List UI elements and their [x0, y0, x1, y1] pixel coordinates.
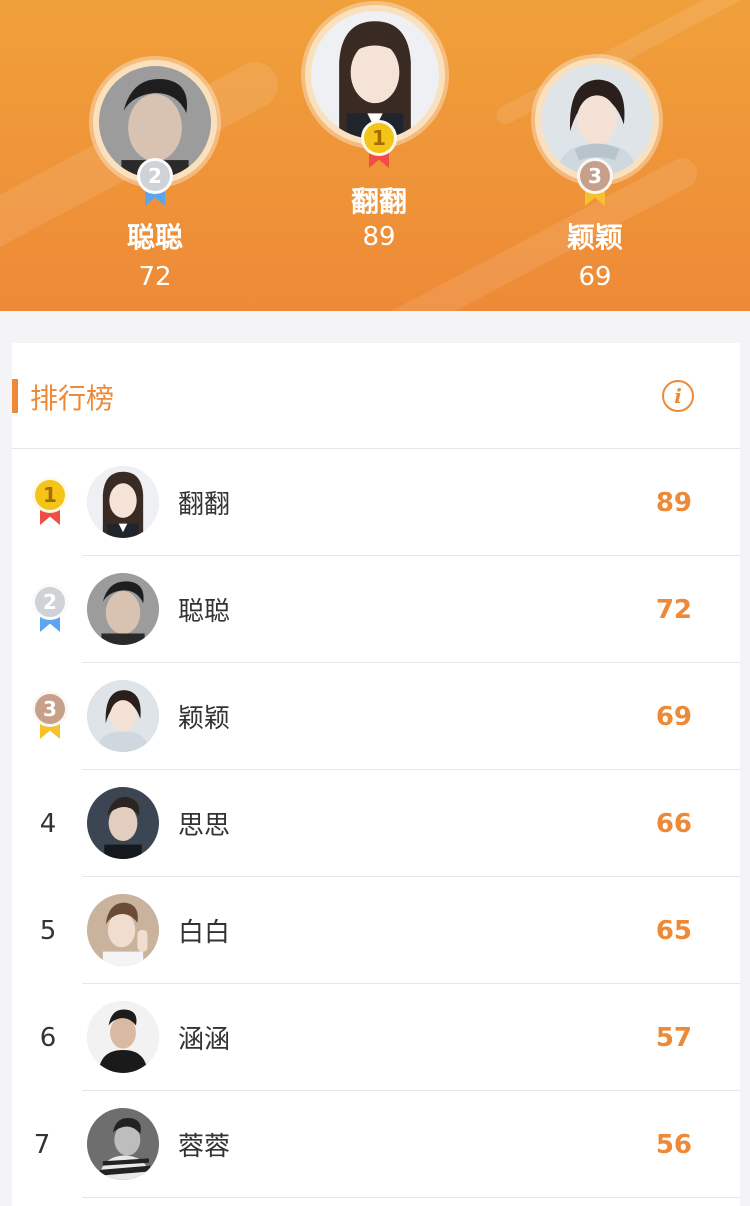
avatar — [87, 573, 159, 645]
info-icon[interactable]: i — [662, 380, 694, 412]
podium-score: 72 — [138, 262, 172, 292]
gold-medal-icon: 1 — [32, 477, 68, 527]
avatar — [87, 787, 159, 859]
rank-number: 6 — [39, 1022, 57, 1053]
leaderboard-title: 排行榜 — [30, 382, 115, 415]
podium-name: 聪聪 — [126, 221, 183, 254]
leaderboard-row[interactable]: 6 涵涵 57 — [12, 984, 740, 1091]
row-name: 白白 — [178, 918, 231, 948]
podium-score: 89 — [362, 222, 396, 252]
leaderboard-row[interactable]: 2 聪聪 72 — [12, 556, 740, 663]
avatar — [87, 894, 159, 966]
bronze-medal-icon: 3 — [577, 158, 613, 208]
leaderboard-row[interactable]: 7 蓉蓉 56 — [12, 1091, 740, 1198]
leaderboard-row[interactable]: 3 颖颖 69 — [12, 663, 740, 770]
leaderboard-card: 排行榜 i 1 翻翻 89 2 聪聪 72 3 颖颖 69 4 思思 66 5 … — [12, 343, 740, 1206]
row-score: 72 — [655, 594, 692, 625]
row-name: 颖颖 — [178, 704, 231, 734]
leaderboard-row[interactable]: 5 白白 65 — [12, 877, 740, 984]
row-name: 蓉蓉 — [178, 1132, 231, 1162]
podium-header: 2 聪聪 72 1 翻翻 89 3 颖颖 69 — [0, 0, 750, 311]
avatar — [87, 680, 159, 752]
rank-number: 5 — [39, 915, 57, 946]
silver-medal-icon: 2 — [137, 158, 173, 208]
leaderboard-row[interactable]: 1 翻翻 89 — [12, 449, 740, 556]
gold-medal-icon: 1 — [361, 120, 397, 170]
avatar — [87, 1001, 159, 1073]
silver-medal-icon: 2 — [32, 584, 68, 634]
row-score: 66 — [655, 808, 692, 839]
row-score: 69 — [655, 701, 692, 732]
row-name: 翻翻 — [178, 490, 231, 520]
podium-score: 69 — [578, 262, 612, 292]
row-name: 涵涵 — [178, 1025, 231, 1055]
avatar — [87, 1108, 159, 1180]
avatar — [87, 466, 159, 538]
row-score: 89 — [655, 487, 692, 518]
row-score: 65 — [655, 915, 692, 946]
row-score: 56 — [655, 1129, 692, 1160]
row-name: 思思 — [178, 811, 231, 841]
podium-name: 翻翻 — [350, 185, 407, 218]
row-name: 聪聪 — [178, 597, 231, 627]
leaderboard-header: 排行榜 i — [12, 343, 740, 449]
rank-number: 7 — [33, 1129, 51, 1160]
title-accent-bar — [12, 379, 18, 413]
row-score: 57 — [655, 1022, 692, 1053]
leaderboard-row[interactable]: 4 思思 66 — [12, 770, 740, 877]
podium-name: 颖颖 — [566, 221, 623, 254]
rank-number: 4 — [39, 808, 57, 839]
bronze-medal-icon: 3 — [32, 691, 68, 741]
